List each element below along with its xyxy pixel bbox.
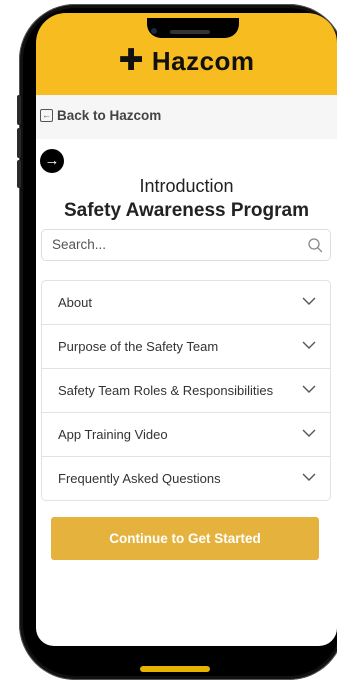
app-logo: ✚ Hazcom [36, 43, 337, 78]
page-title: Safety Awareness Program [63, 200, 309, 221]
accordion-label: App Training Video [58, 427, 168, 442]
accordion-label: Frequently Asked Questions [58, 471, 221, 486]
back-bar: ← Back to Hazcom [36, 95, 337, 139]
chevron-down-icon [302, 297, 316, 305]
accordion-item-training-video[interactable]: App Training Video [42, 413, 330, 457]
logo-text: Hazcom [151, 46, 255, 76]
search-icon[interactable] [304, 234, 326, 256]
app-screen: ✚ Hazcom ← Back to Hazcom → Introduction… [36, 43, 337, 646]
chevron-down-icon [302, 473, 316, 481]
accordion-list: About Purpose of the Safety Team Safety … [41, 280, 331, 501]
accordion-label: About [58, 295, 92, 310]
app-header: ✚ Hazcom [36, 43, 337, 95]
arrow-left-box-icon: ← [40, 109, 53, 122]
continue-button[interactable]: Continue to Get Started [51, 517, 319, 560]
accordion-item-about[interactable]: About [42, 281, 330, 325]
search-field[interactable]: Search... [41, 229, 331, 261]
arrow-right-circle-icon[interactable]: → [40, 149, 64, 173]
chevron-down-icon [302, 341, 316, 349]
accordion-item-roles[interactable]: Safety Team Roles & Responsibilities [42, 369, 330, 413]
notch [147, 18, 239, 38]
chevron-down-icon [302, 385, 316, 393]
plus-icon: ✚ [118, 44, 145, 77]
chevron-down-icon [302, 429, 316, 437]
accordion-item-purpose[interactable]: Purpose of the Safety Team [42, 325, 330, 369]
camera-icon [151, 28, 157, 34]
accordion-label: Purpose of the Safety Team [58, 339, 219, 354]
volume-down-button [17, 160, 21, 188]
volume-up-button [17, 128, 21, 158]
accordion-item-faq[interactable]: Frequently Asked Questions [42, 457, 330, 500]
intro-subtitle: Introduction [139, 176, 234, 196]
accordion-label: Safety Team Roles & Responsibilities [58, 383, 274, 398]
mute-switch [17, 95, 21, 125]
back-link[interactable]: ← Back to Hazcom [40, 108, 161, 123]
home-indicator [140, 666, 210, 672]
back-link-label: Back to Hazcom [57, 108, 162, 123]
speaker-grille [170, 30, 210, 34]
search-input[interactable]: Search... [52, 237, 106, 252]
